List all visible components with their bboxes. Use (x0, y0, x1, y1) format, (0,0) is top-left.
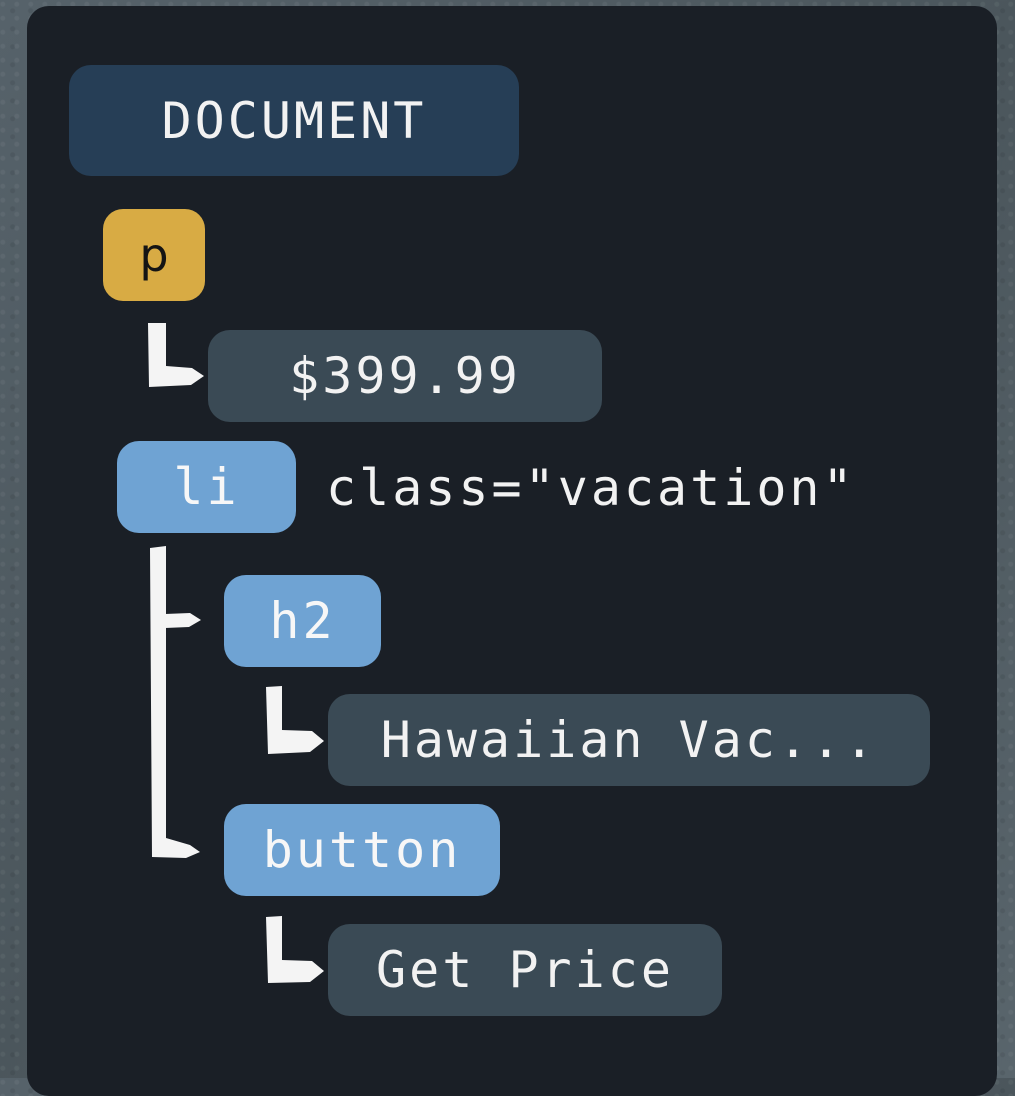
button-tag-label: button (262, 821, 462, 879)
document-root-label: DOCUMENT (161, 91, 427, 150)
h2-text-label: Hawaiian Vac... (380, 711, 878, 769)
h2-tag-label: h2 (269, 592, 336, 650)
li-class-attribute: class="vacation" (326, 459, 856, 517)
button-text-label: Get Price (376, 941, 674, 999)
li-tag-label: li (173, 458, 240, 516)
h2-element-node: h2 (224, 575, 381, 667)
price-text-label: $399.99 (289, 347, 521, 405)
button-text-node: Get Price (328, 924, 722, 1016)
h2-text-node: Hawaiian Vac... (328, 694, 930, 786)
p-element-node: p (103, 209, 205, 301)
document-root-node: DOCUMENT (69, 65, 519, 176)
p-tag-label: p (139, 228, 169, 282)
price-text-node: $399.99 (208, 330, 602, 422)
button-element-node: button (224, 804, 500, 896)
li-element-node: li (117, 441, 296, 533)
